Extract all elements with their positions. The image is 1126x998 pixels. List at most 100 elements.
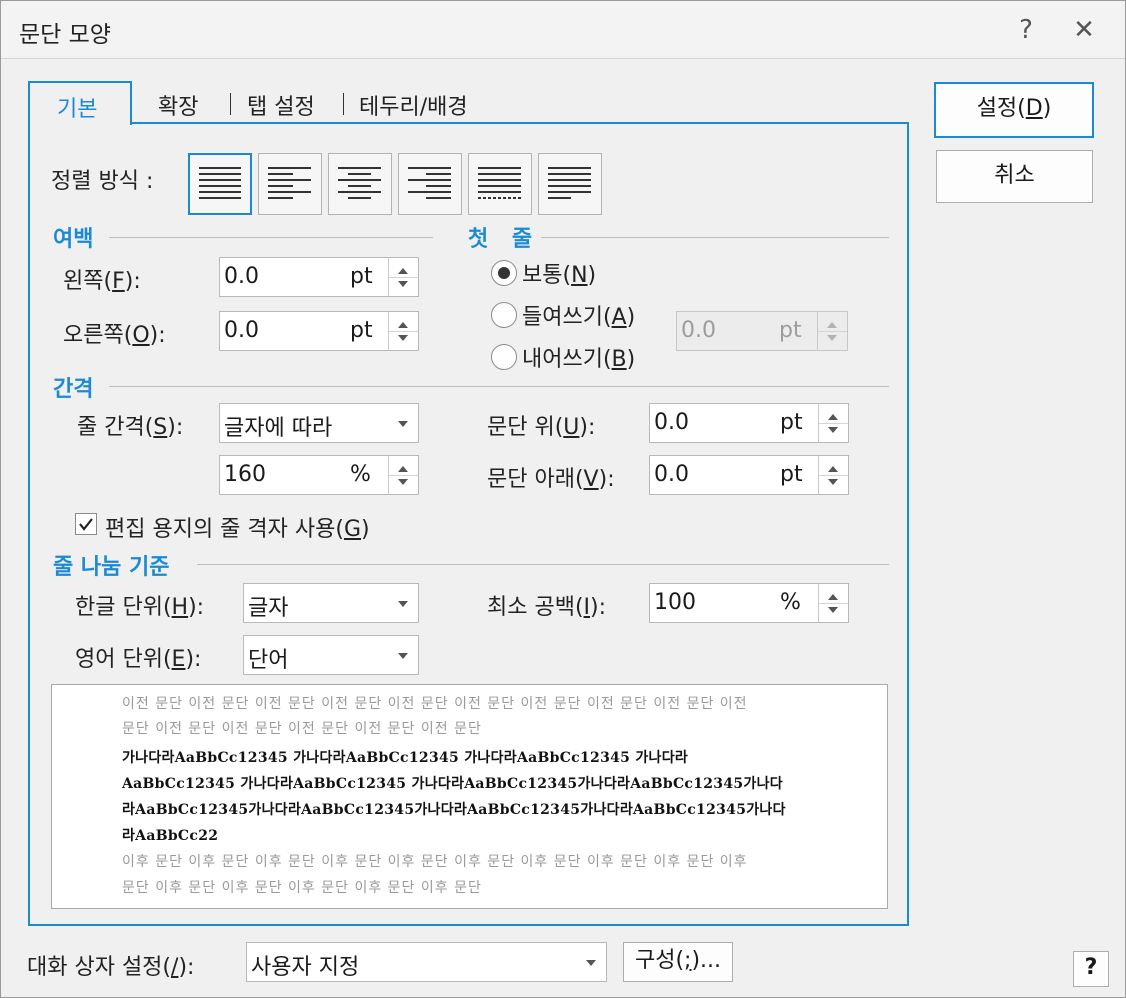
line-spacing-spinner[interactable] — [388, 456, 418, 494]
tab-border-background[interactable]: 테두리/배경 — [359, 89, 468, 121]
line-spacing-unit: % — [350, 462, 371, 487]
korean-unit-select[interactable]: 글자 — [243, 583, 419, 623]
right-margin-label: 오른쪽(O): — [63, 323, 166, 348]
tab-basic-label: 기본 — [57, 97, 98, 122]
section-divider — [541, 237, 889, 238]
space-below-spinner[interactable] — [818, 456, 848, 494]
align-left-button[interactable] — [258, 153, 322, 215]
right-margin-unit: pt — [350, 318, 373, 343]
tab-basic[interactable]: 기본 — [28, 81, 132, 125]
min-space-spinner[interactable] — [818, 584, 848, 622]
min-space-value: 100 — [654, 590, 696, 615]
space-below-unit: pt — [780, 462, 803, 487]
english-unit-select[interactable]: 단어 — [243, 635, 419, 675]
space-below-value: 0.0 — [654, 462, 689, 487]
first-line-indent-radio[interactable] — [491, 302, 517, 328]
first-line-normal-radio[interactable] — [491, 260, 517, 286]
first-line-normal-label[interactable]: 보통(N) — [522, 257, 596, 289]
line-spacing-value-field[interactable]: 160 % — [219, 455, 419, 495]
align-left-icon — [268, 167, 311, 199]
preview-main-line: AaBbCc12345 가나다라AaBbCc12345 가나다라AaBbCc12… — [122, 776, 783, 792]
ok-button[interactable]: 설정(D) — [934, 82, 1094, 138]
configure-button[interactable]: 구성(;)... — [623, 942, 733, 982]
line-spacing-type-value: 글자에 따라 — [224, 416, 333, 441]
spin-down-icon — [827, 335, 837, 341]
korean-unit-label: 한글 단위(H): — [75, 595, 205, 620]
spin-up-icon — [828, 594, 838, 600]
preview-main-line: 라AaBbCc12345가나다라AaBbCc12345가나다라AaBbCc123… — [122, 802, 786, 818]
first-line-value-field: 0.0 pt — [676, 311, 848, 351]
right-margin-spinner[interactable] — [388, 312, 418, 350]
help-icon[interactable]: ? — [1009, 13, 1043, 47]
dropdown-arrow-icon — [398, 421, 408, 427]
spin-down-icon — [828, 479, 838, 485]
section-divider — [197, 564, 889, 565]
space-above-label: 문단 위(U): — [487, 415, 596, 440]
left-margin-spinner[interactable] — [388, 258, 418, 296]
tab-separator — [230, 93, 231, 115]
align-justify-button[interactable] — [188, 153, 252, 215]
first-line-value: 0.0 — [681, 318, 716, 343]
align-divide-button[interactable] — [538, 153, 602, 215]
paragraph-shape-dialog: 문단 모양 ? ✕ 기본 확장 탭 설정 테두리/배경 정렬 방식 : 여백 왼… — [0, 0, 1126, 998]
preview-box: 이전 문단 이전 문단 이전 문단 이전 문단 이전 문단 이전 문단 이전 문… — [51, 684, 888, 909]
tab-tab-settings[interactable]: 탭 설정 — [247, 89, 315, 121]
spin-up-icon — [398, 322, 408, 328]
right-margin-field[interactable]: 0.0 pt — [219, 311, 419, 351]
align-right-icon — [408, 167, 451, 199]
spin-down-icon — [828, 607, 838, 613]
right-margin-value: 0.0 — [224, 318, 259, 343]
first-line-spinner — [817, 312, 847, 350]
english-unit-label: 영어 단위(E): — [75, 647, 202, 672]
spin-up-icon — [828, 414, 838, 420]
line-spacing-label: 줄 간격(S): — [77, 415, 184, 440]
line-break-section-title: 줄 나눔 기준 — [53, 555, 170, 580]
english-unit-value: 단어 — [248, 648, 289, 673]
tab-separator — [343, 93, 344, 115]
first-line-outdent-label[interactable]: 내어쓰기(B) — [522, 341, 635, 373]
space-above-value: 0.0 — [654, 410, 689, 435]
dropdown-arrow-icon — [398, 653, 408, 659]
left-margin-field[interactable]: 0.0 pt — [219, 257, 419, 297]
dialog-preset-value: 사용자 지정 — [251, 955, 360, 980]
dialog-preset-label: 대화 상자 설정(/): — [27, 955, 195, 980]
line-grid-label[interactable]: 편집 용지의 줄 격자 사용(G) — [105, 511, 370, 543]
dropdown-arrow-icon — [398, 601, 408, 607]
first-line-outdent-radio[interactable] — [491, 344, 517, 370]
min-space-unit: % — [780, 590, 801, 615]
dialog-preset-select[interactable]: 사용자 지정 — [246, 942, 607, 982]
align-center-button[interactable] — [328, 153, 392, 215]
tab-extended[interactable]: 확장 — [158, 89, 198, 121]
spin-down-icon — [828, 427, 838, 433]
line-spacing-type-select[interactable]: 글자에 따라 — [219, 403, 419, 443]
space-above-spinner[interactable] — [818, 404, 848, 442]
space-above-field[interactable]: 0.0 pt — [649, 403, 849, 443]
first-line-indent-label[interactable]: 들여쓰기(A) — [522, 299, 635, 331]
line-grid-checkbox[interactable] — [75, 513, 97, 535]
checkmark-icon — [79, 518, 93, 531]
min-space-label: 최소 공백(I): — [487, 595, 607, 620]
line-spacing-value: 160 — [224, 462, 266, 487]
min-space-field[interactable]: 100 % — [649, 583, 849, 623]
align-distribute-button[interactable] — [468, 153, 532, 215]
spin-up-icon — [398, 268, 408, 274]
align-justify-icon — [199, 167, 241, 199]
left-margin-label: 왼쪽(F): — [63, 269, 141, 294]
space-below-field[interactable]: 0.0 pt — [649, 455, 849, 495]
cancel-button[interactable]: 취소 — [936, 150, 1093, 203]
preview-main-line: 가나다라AaBbCc12345 가나다라AaBbCc12345 가나다라AaBb… — [122, 750, 689, 766]
help-icon[interactable]: ? — [1073, 951, 1109, 987]
dropdown-arrow-icon — [586, 960, 596, 966]
spin-up-icon — [827, 322, 837, 328]
preview-before-line: 이전 문단 이전 문단 이전 문단 이전 문단 이전 문단 이전 문단 이전 문… — [122, 696, 748, 712]
space-above-unit: pt — [780, 410, 803, 435]
first-line-unit: pt — [779, 318, 802, 343]
close-icon[interactable]: ✕ — [1067, 13, 1101, 47]
margin-section-title: 여백 — [53, 227, 94, 252]
align-right-button[interactable] — [398, 153, 462, 215]
left-margin-unit: pt — [350, 264, 373, 289]
spin-down-icon — [398, 335, 408, 341]
title-bar: 문단 모양 ? ✕ — [1, 1, 1125, 59]
korean-unit-value: 글자 — [248, 596, 289, 621]
spin-down-icon — [398, 479, 408, 485]
